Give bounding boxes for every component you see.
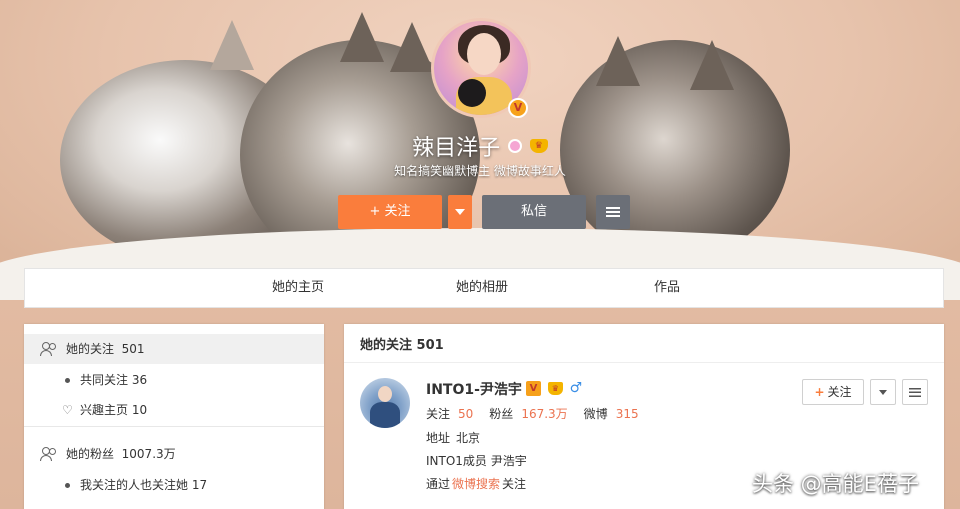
user-follow-label: 关注 bbox=[827, 385, 852, 399]
follow-source-prefix: 通过 bbox=[426, 477, 451, 491]
watermark: 头条 @高能E蓓子 bbox=[752, 472, 919, 496]
sidebar-item-fans[interactable]: 她的粉丝 1007.3万 bbox=[24, 439, 324, 469]
fans-count: 1007.3万 bbox=[121, 447, 176, 461]
address-label: 地址 bbox=[426, 431, 451, 445]
profile-description: 知名搞笑幽默博主 微博故事红人 bbox=[394, 164, 566, 178]
verified-badge-icon[interactable]: V bbox=[508, 98, 528, 118]
verified-badge-icon[interactable]: V bbox=[526, 380, 541, 396]
following-list-title: 她的关注 501 bbox=[360, 338, 444, 353]
followed-by-my-follows-label: 我关注的人也关注她 bbox=[80, 478, 189, 492]
cat-ear bbox=[690, 40, 734, 90]
tab-works[interactable]: 作品 bbox=[654, 269, 680, 309]
tab-album[interactable]: 她的相册 bbox=[456, 269, 508, 309]
sidebar-item-following[interactable]: 她的关注 501 bbox=[24, 334, 324, 364]
male-gender-icon: ♂ bbox=[569, 380, 583, 396]
user-stats: 关注 50 粉丝 167.3万 微博 315 bbox=[426, 405, 655, 422]
mutual-following-count: 36 bbox=[131, 373, 148, 387]
relations-sidebar: 她的关注 501 共同关注 36 ♡ 兴趣主页 10 她的粉丝 1007.3万 … bbox=[24, 324, 324, 509]
user-follow-dropdown-button[interactable] bbox=[870, 379, 896, 405]
profile-tab-bar: 她的主页 她的相册 作品 bbox=[24, 268, 944, 308]
stat-following-count[interactable]: 50 bbox=[458, 407, 473, 421]
user-badges: V ♛ ♂ bbox=[526, 380, 585, 396]
more-menu-button[interactable] bbox=[596, 195, 630, 229]
cat-ear bbox=[390, 22, 434, 72]
bullet-icon bbox=[65, 378, 70, 383]
sidebar-item-label: 兴趣主页 10 bbox=[80, 395, 147, 425]
sidebar-item-label: 我关注的人也关注她 17 bbox=[80, 470, 207, 500]
sidebar-item-label: 她的粉丝 1007.3万 bbox=[66, 439, 176, 469]
following-label: 她的关注 bbox=[66, 342, 115, 356]
divider bbox=[344, 362, 944, 363]
people-icon bbox=[40, 342, 56, 356]
sidebar-item-label: 共同关注 36 bbox=[80, 365, 147, 395]
fans-label: 她的粉丝 bbox=[66, 447, 115, 461]
stat-following-label: 关注 bbox=[426, 407, 451, 421]
heart-icon: ♡ bbox=[62, 403, 73, 417]
tab-home[interactable]: 她的主页 bbox=[272, 269, 324, 309]
stat-fans-label: 粉丝 bbox=[489, 407, 514, 421]
profile-name-row: 辣目洋子 ♛ bbox=[0, 130, 960, 162]
cat-ear bbox=[210, 20, 254, 70]
user-name-link[interactable]: INTO1-尹浩宇 bbox=[426, 379, 522, 399]
cat-ear bbox=[596, 36, 640, 86]
menu-icon bbox=[909, 388, 921, 397]
follow-source-link[interactable]: 微博搜索 bbox=[452, 477, 500, 491]
member-badge-icon[interactable] bbox=[508, 139, 522, 153]
sidebar-item-followed-by-my-follows[interactable]: 我关注的人也关注她 17 bbox=[24, 470, 324, 500]
bullet-icon bbox=[65, 483, 70, 488]
followed-by-my-follows-count: 17 bbox=[191, 478, 208, 492]
address-value: 北京 bbox=[456, 431, 481, 445]
sidebar-item-interest-home[interactable]: ♡ 兴趣主页 10 bbox=[24, 395, 324, 425]
avatar-body bbox=[370, 402, 400, 428]
stat-fans-count[interactable]: 167.3万 bbox=[521, 407, 567, 421]
people-icon bbox=[40, 447, 56, 461]
user-follow-button[interactable]: + 关注 bbox=[802, 379, 864, 405]
cat-ear bbox=[340, 12, 384, 62]
follow-source-suffix: 关注 bbox=[502, 477, 527, 491]
plus-icon: + bbox=[814, 385, 825, 399]
menu-icon bbox=[606, 206, 620, 217]
avatar-face bbox=[378, 386, 392, 402]
follow-button[interactable]: + 关注 bbox=[338, 195, 442, 229]
crown-badge-icon[interactable]: ♛ bbox=[529, 139, 548, 153]
chevron-down-icon bbox=[879, 390, 887, 395]
interest-home-count: 10 bbox=[131, 403, 148, 417]
message-button[interactable]: 私信 bbox=[482, 195, 586, 229]
user-more-menu-button[interactable] bbox=[902, 379, 928, 405]
stat-posts-count[interactable]: 315 bbox=[616, 407, 639, 421]
profile-name: 辣目洋子 bbox=[412, 136, 501, 161]
crown-badge-icon[interactable]: ♛ bbox=[547, 381, 563, 395]
user-avatar[interactable] bbox=[360, 378, 410, 428]
sidebar-item-label: 她的关注 501 bbox=[66, 334, 145, 364]
stat-posts-label: 微博 bbox=[583, 407, 608, 421]
follow-source: 通过 微博搜索 关注 bbox=[426, 475, 526, 492]
user-intro: INTO1成员 尹浩宇 bbox=[426, 454, 527, 468]
interest-home-label: 兴趣主页 bbox=[80, 403, 129, 417]
user-address: 地址 北京 bbox=[426, 429, 480, 446]
avatar-face bbox=[467, 33, 501, 75]
following-count: 501 bbox=[121, 342, 145, 356]
follow-dropdown-button[interactable] bbox=[448, 195, 472, 229]
mutual-following-label: 共同关注 bbox=[80, 373, 129, 387]
divider bbox=[24, 426, 324, 427]
chevron-down-icon bbox=[455, 208, 465, 215]
avatar-kitten bbox=[458, 79, 486, 107]
sidebar-item-mutual-following[interactable]: 共同关注 36 bbox=[24, 365, 324, 395]
